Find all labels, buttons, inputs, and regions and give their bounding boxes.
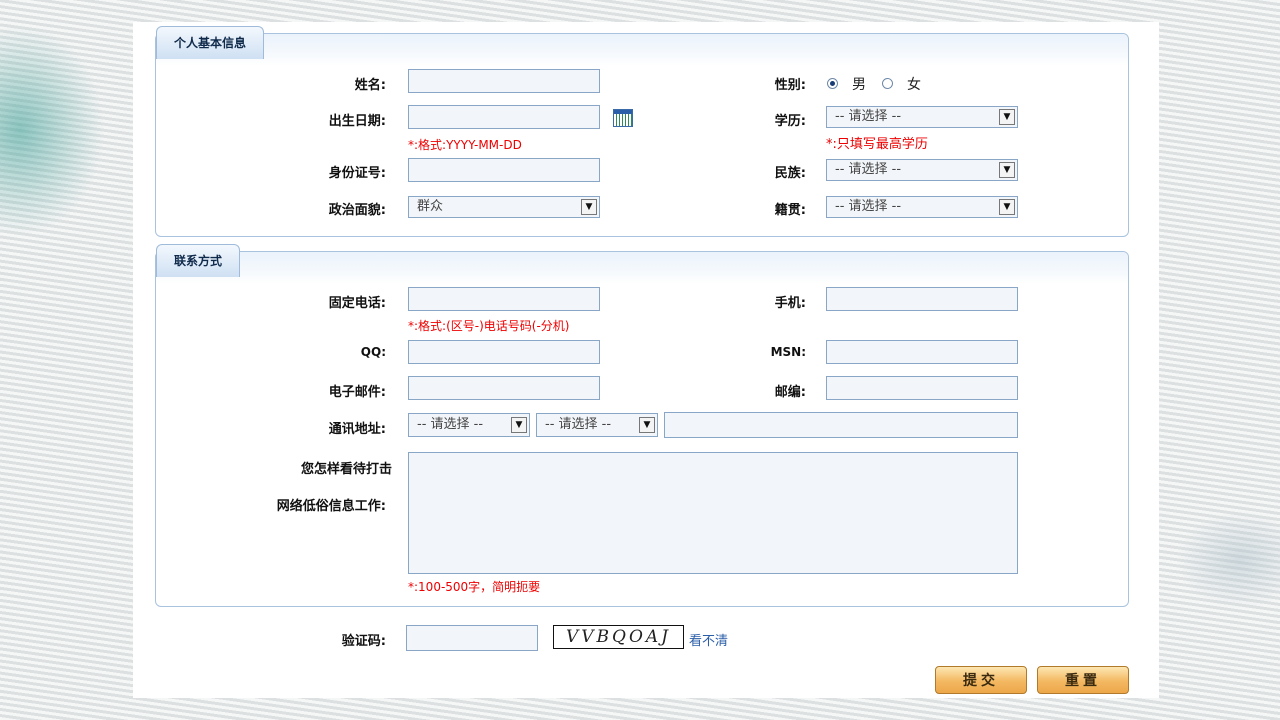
section-header-bar bbox=[156, 252, 1128, 284]
msn-label: MSN: bbox=[770, 345, 806, 359]
chevron-down-icon: ▼ bbox=[999, 199, 1015, 215]
calendar-icon[interactable] bbox=[613, 109, 633, 127]
id-number-input[interactable] bbox=[408, 158, 600, 182]
section-header-bar bbox=[156, 34, 1128, 66]
landline-input[interactable] bbox=[408, 287, 600, 311]
gender-female-radio[interactable] bbox=[882, 78, 893, 89]
birthdate-hint: *:格式:YYYY-MM-DD bbox=[408, 138, 522, 152]
address-detail-input[interactable] bbox=[664, 412, 1018, 438]
zip-label: 邮编: bbox=[774, 385, 806, 400]
political-status-select[interactable]: 群众 ▼ bbox=[408, 196, 600, 218]
qq-label: QQ: bbox=[360, 345, 386, 359]
email-label: 电子邮件: bbox=[328, 385, 386, 400]
mobile-label: 手机: bbox=[774, 296, 806, 311]
gender-female-label: 女 bbox=[907, 77, 921, 93]
opinion-label-line1: 您怎样看待打击 bbox=[300, 462, 392, 477]
opinion-textarea[interactable] bbox=[408, 452, 1018, 574]
tab-contact: 联系方式 bbox=[156, 244, 241, 277]
chevron-down-icon: ▼ bbox=[511, 417, 527, 433]
gender-male-radio[interactable] bbox=[827, 78, 838, 89]
hometown-label: 籍贯: bbox=[774, 203, 806, 218]
name-label: 姓名: bbox=[354, 78, 386, 93]
address-label: 通讯地址: bbox=[328, 422, 386, 437]
birthdate-input[interactable] bbox=[408, 105, 600, 129]
political-status-label: 政治面貌: bbox=[328, 203, 386, 218]
ethnicity-select-value: -- 请选择 -- bbox=[835, 162, 902, 177]
msn-input[interactable] bbox=[826, 340, 1018, 364]
zip-input[interactable] bbox=[826, 376, 1018, 400]
address-city-value: -- 请选择 -- bbox=[545, 417, 612, 432]
address-city-select[interactable]: -- 请选择 -- ▼ bbox=[536, 413, 658, 437]
landline-hint: *:格式:(区号-)电话号码(-分机) bbox=[408, 319, 570, 333]
captcha-image[interactable]: VVBQOAJ bbox=[553, 625, 684, 649]
hometown-select-value: -- 请选择 -- bbox=[835, 199, 902, 214]
ethnicity-select[interactable]: -- 请选择 -- ▼ bbox=[826, 159, 1018, 181]
id-number-label: 身份证号: bbox=[328, 166, 386, 181]
education-hint: *:只填写最高学历 bbox=[826, 137, 928, 152]
education-label: 学历: bbox=[774, 114, 806, 129]
captcha-input[interactable] bbox=[406, 625, 538, 651]
captcha-label: 验证码: bbox=[341, 634, 386, 649]
landline-label: 固定电话: bbox=[328, 296, 386, 311]
tab-personal-info: 个人基本信息 bbox=[156, 26, 265, 59]
opinion-label-line2: 网络低俗信息工作: bbox=[276, 499, 386, 514]
chevron-down-icon: ▼ bbox=[999, 109, 1015, 125]
email-input[interactable] bbox=[408, 376, 600, 400]
chevron-down-icon: ▼ bbox=[999, 162, 1015, 178]
hometown-select[interactable]: -- 请选择 -- ▼ bbox=[826, 196, 1018, 218]
qq-input[interactable] bbox=[408, 340, 600, 364]
submit-button[interactable]: 提交 bbox=[935, 666, 1027, 694]
address-province-select[interactable]: -- 请选择 -- ▼ bbox=[408, 413, 530, 437]
chevron-down-icon: ▼ bbox=[639, 417, 655, 433]
political-status-value: 群众 bbox=[417, 199, 444, 214]
gender-label: 性别: bbox=[774, 78, 806, 93]
mobile-input[interactable] bbox=[826, 287, 1018, 311]
reset-button[interactable]: 重置 bbox=[1037, 666, 1129, 694]
education-select-value: -- 请选择 -- bbox=[835, 109, 902, 124]
ethnicity-label: 民族: bbox=[774, 166, 806, 181]
address-province-value: -- 请选择 -- bbox=[417, 417, 484, 432]
gender-male-label: 男 bbox=[852, 77, 866, 93]
captcha-refresh-link[interactable]: 看不清 bbox=[689, 630, 728, 649]
education-select[interactable]: -- 请选择 -- ▼ bbox=[826, 106, 1018, 128]
birthdate-label: 出生日期: bbox=[328, 114, 386, 129]
chevron-down-icon: ▼ bbox=[581, 199, 597, 215]
name-input[interactable] bbox=[408, 69, 600, 93]
opinion-hint: *:100-500字，简明扼要 bbox=[408, 580, 541, 594]
